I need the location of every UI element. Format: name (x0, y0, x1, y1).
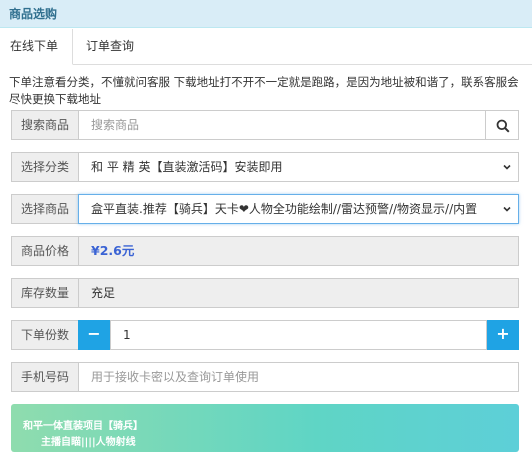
price-row: 商品价格 ¥2.6元 (11, 236, 519, 266)
search-label: 搜索商品 (11, 110, 79, 140)
decrease-button[interactable]: − (78, 320, 110, 350)
tab-order-query[interactable]: 订单查询 (76, 29, 144, 65)
banner-line-1: 和平一体直装项目【骑兵】 (23, 421, 143, 432)
product-row: 选择商品 盒平直装.推荐【骑兵】天卡❤人物全功能绘制//雷达预警//物资显示//… (11, 194, 519, 224)
phone-placeholder: 用于接收卡密以及查询订单使用 (91, 370, 260, 384)
stock-row: 库存数量 充足 (11, 278, 519, 308)
product-description-banner: 和平一体直装项目【骑兵】 主播自瞄||||人物射线 (11, 404, 519, 452)
category-row: 选择分类 和 平 精 英【直装激活码】安装即用 (11, 152, 519, 182)
phone-input[interactable]: 用于接收卡密以及查询订单使用 (78, 362, 519, 392)
price-value: ¥2.6元 (91, 243, 135, 258)
phone-row: 手机号码 用于接收卡密以及查询订单使用 (11, 362, 519, 392)
quantity-value: 1 (123, 328, 131, 342)
tab-bar: 在线下单 订单查询 (0, 29, 532, 65)
category-label: 选择分类 (11, 152, 79, 182)
price-label: 商品价格 (11, 236, 79, 266)
product-value: 盒平直装.推荐【骑兵】天卡❤人物全功能绘制//雷达预警//物资显示//内置 (91, 202, 478, 216)
search-button[interactable] (485, 110, 519, 140)
product-label: 选择商品 (11, 194, 79, 224)
phone-label: 手机号码 (11, 362, 79, 392)
notice-text: 下单注意看分类，不懂就问客服 下载地址打不开不一定就是跑路，是因为地址被和谐了，… (9, 75, 519, 106)
tab-online-order[interactable]: 在线下单 (0, 29, 73, 65)
search-input[interactable]: 搜索商品 (78, 110, 486, 140)
stock-value: 充足 (91, 286, 116, 300)
panel-header: 商品选购 (0, 0, 532, 28)
quantity-label: 下单份数 (11, 320, 79, 350)
banner-line-2: 主播自瞄||||人物射线 (41, 437, 136, 448)
quantity-input[interactable]: 1 (110, 320, 487, 350)
price-field: ¥2.6元 (78, 236, 519, 266)
category-select[interactable]: 和 平 精 英【直装激活码】安装即用 (78, 152, 519, 182)
quantity-row: 下单份数 − 1 + (11, 320, 519, 350)
chevron-down-icon (503, 164, 511, 170)
chevron-down-icon (502, 204, 512, 214)
category-value: 和 平 精 英【直装激活码】安装即用 (91, 160, 283, 174)
panel-title: 商品选购 (9, 7, 58, 21)
search-icon (496, 119, 510, 133)
increase-button[interactable]: + (487, 320, 519, 350)
search-placeholder: 搜索商品 (91, 118, 140, 132)
stock-label: 库存数量 (11, 278, 79, 308)
product-select[interactable]: 盒平直装.推荐【骑兵】天卡❤人物全功能绘制//雷达预警//物资显示//内置 (78, 194, 519, 224)
search-row: 搜索商品 搜索商品 (11, 110, 519, 140)
stock-field: 充足 (78, 278, 519, 308)
